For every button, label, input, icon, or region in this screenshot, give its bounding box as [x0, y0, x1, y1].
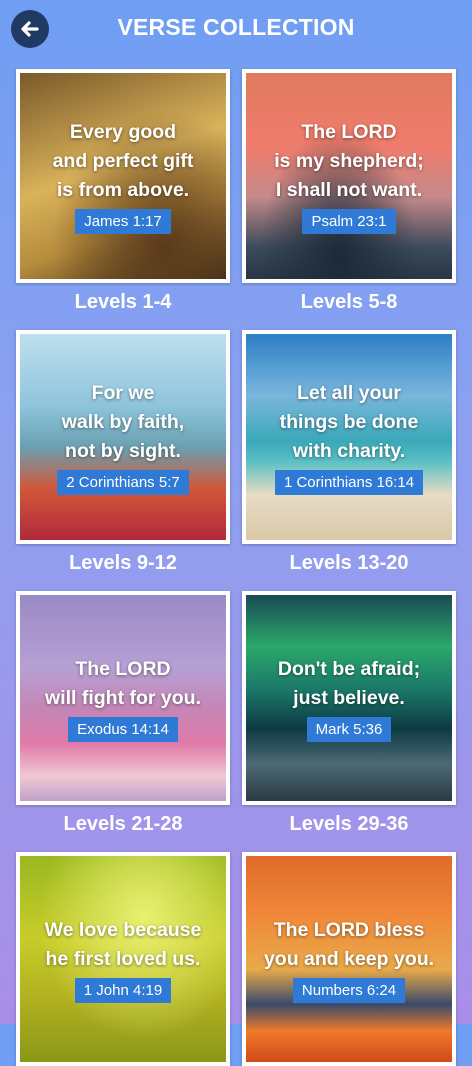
verse-text: Don't be afraid; just believe.: [277, 657, 421, 709]
verse-reference: Psalm 23:1: [302, 209, 396, 234]
verse-text: For we walk by faith, not by sight.: [61, 382, 185, 462]
verse-reference: 2 Corinthians 5:7: [57, 470, 189, 495]
verse-reference: Numbers 6:24: [292, 977, 406, 1003]
card-image: Don't be afraid; just believe. Mark 5:36: [246, 595, 452, 801]
verse-reference: Exodus 14:14: [68, 716, 178, 742]
verse-card-exodus[interactable]: The LORD will fight for you. Exodus 14:1…: [16, 591, 230, 805]
verse-reference: 1 Corinthians 16:14: [274, 470, 424, 495]
verse-text: Every good and perfect gift is from abov…: [52, 121, 194, 201]
card-image: For we walk by faith, not by sight. 2 Co…: [20, 334, 226, 540]
card-image: We love because he first loved us. 1 Joh…: [20, 856, 226, 1062]
verse-text: The LORD is my shepherd; I shall not wan…: [274, 121, 424, 201]
verse-card-1-john[interactable]: We love because he first loved us. 1 Joh…: [16, 852, 230, 1066]
card-image: Every good and perfect gift is from abov…: [20, 73, 226, 279]
card-image: Let all your things be done with charity…: [246, 334, 452, 540]
levels-label: Levels 1-4: [74, 291, 172, 313]
card-image: The LORD will fight for you. Exodus 14:1…: [20, 595, 226, 801]
levels-label: Levels 29-36: [289, 813, 409, 835]
verse-reference: 1 John 4:19: [74, 977, 172, 1003]
verse-card-1-corinthians[interactable]: Let all your things be done with charity…: [242, 330, 456, 544]
card-image: The LORD is my shepherd; I shall not wan…: [246, 73, 452, 279]
levels-label: Levels 5-8: [300, 291, 398, 313]
verse-card-james[interactable]: Every good and perfect gift is from abov…: [16, 69, 230, 283]
levels-label: Levels 21-28: [63, 813, 183, 835]
verse-text: The LORD will fight for you.: [45, 657, 201, 709]
page-title: VERSE COLLECTION: [117, 14, 355, 40]
verse-text: We love because he first loved us.: [44, 918, 202, 970]
verse-text: Let all your things be done with charity…: [279, 382, 419, 462]
verse-reference: Mark 5:36: [306, 716, 392, 742]
top-bar: VERSE COLLECTION: [0, 0, 472, 58]
verse-text: The LORD bless you and keep you.: [263, 918, 435, 970]
verse-card-2-corinthians[interactable]: For we walk by faith, not by sight. 2 Co…: [16, 330, 230, 544]
levels-label: Levels 9-12: [69, 552, 177, 574]
verse-card-mark[interactable]: Don't be afraid; just believe. Mark 5:36: [242, 591, 456, 805]
verse-card-numbers[interactable]: The LORD bless you and keep you. Numbers…: [242, 852, 456, 1066]
card-image: The LORD bless you and keep you. Numbers…: [246, 856, 452, 1062]
verse-reference: James 1:17: [75, 209, 171, 234]
levels-label: Levels 13-20: [289, 552, 409, 574]
verse-card-psalm[interactable]: The LORD is my shepherd; I shall not wan…: [242, 69, 456, 283]
